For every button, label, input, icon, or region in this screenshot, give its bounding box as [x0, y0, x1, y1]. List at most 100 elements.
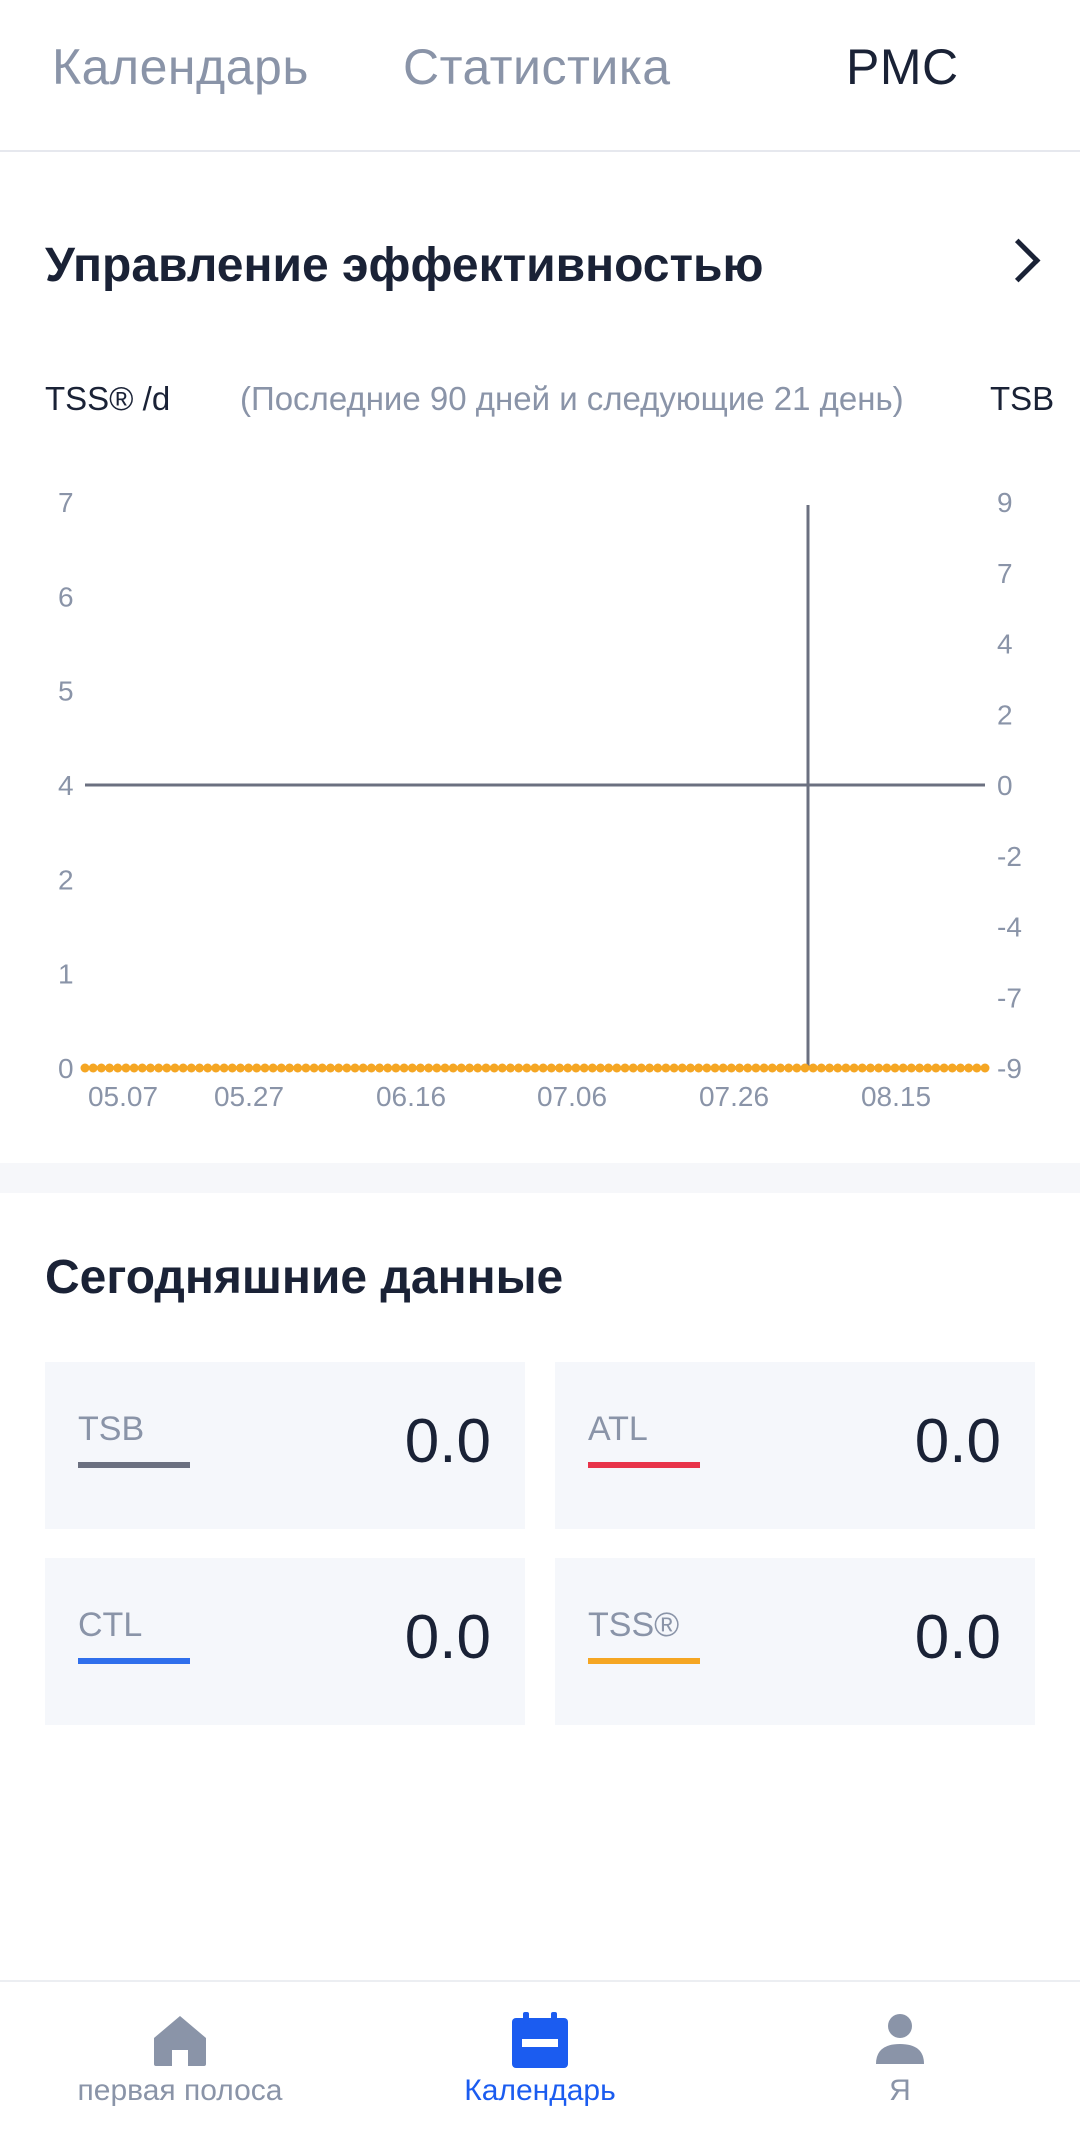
- tss-data-point: [145, 1063, 155, 1073]
- tss-data-point: [383, 1063, 393, 1073]
- tss-data-point: [538, 1063, 548, 1073]
- tss-data-point: [440, 1063, 450, 1073]
- y-right-tick-label: 2: [997, 699, 1013, 730]
- x-tick-label: 06.16: [376, 1081, 446, 1112]
- tss-data-point: [767, 1063, 777, 1073]
- tss-data-point: [898, 1063, 908, 1073]
- nav-item-me[interactable]: Я: [720, 1982, 1080, 2133]
- y-right-tick-label: -9: [997, 1053, 1022, 1084]
- tss-data-point: [505, 1063, 515, 1073]
- metric-label: TSB: [78, 1410, 145, 1448]
- y-left-tick-label: 7: [58, 487, 74, 518]
- tss-data-point: [546, 1063, 556, 1073]
- tss-data-point: [415, 1063, 425, 1073]
- tss-data-point: [260, 1063, 270, 1073]
- tss-data-point: [972, 1063, 982, 1073]
- x-tick-label: 05.27: [214, 1081, 284, 1112]
- tss-data-point: [170, 1063, 180, 1073]
- tss-data-point: [784, 1063, 794, 1073]
- chevron-right-icon[interactable]: [996, 238, 1041, 283]
- y-right-tick-label: 9: [997, 487, 1013, 518]
- tss-data-point: [358, 1063, 368, 1073]
- nav-label: Календарь: [464, 2074, 616, 2107]
- y-left-tick-label: 4: [58, 770, 74, 801]
- tss-data-point: [702, 1063, 712, 1073]
- nav-item-home[interactable]: первая полоса: [0, 1982, 360, 2133]
- tss-data-point: [669, 1063, 679, 1073]
- metric-label: ATL: [588, 1410, 648, 1448]
- tss-data-point: [759, 1063, 769, 1073]
- y-right-tick-label: -7: [997, 982, 1022, 1013]
- tss-data-point: [726, 1063, 736, 1073]
- tss-data-point: [350, 1063, 360, 1073]
- metric-value: 0.0: [404, 1603, 491, 1672]
- tss-data-point: [285, 1063, 295, 1073]
- tss-data-point: [88, 1063, 98, 1073]
- tss-data-point: [105, 1063, 115, 1073]
- tss-data-point: [195, 1063, 205, 1073]
- tss-data-point: [964, 1063, 974, 1073]
- x-tick-label: 07.06: [537, 1081, 607, 1112]
- tab-calendar[interactable]: Календарь: [52, 38, 309, 96]
- tss-data-point: [931, 1063, 941, 1073]
- tss-data-point: [334, 1063, 344, 1073]
- nav-label: Я: [889, 2074, 911, 2107]
- y-left-tick-label: 5: [58, 676, 74, 707]
- tss-data-point: [833, 1063, 843, 1073]
- y-right-tick-label: 4: [997, 629, 1013, 660]
- metric-color-line: [78, 1658, 190, 1664]
- tss-data-point: [653, 1063, 663, 1073]
- nav-item-calendar[interactable]: Календарь: [360, 1982, 720, 2133]
- tss-data-point: [923, 1063, 933, 1073]
- tss-data-point: [816, 1063, 826, 1073]
- tss-data-point: [391, 1063, 401, 1073]
- tss-data-point: [947, 1063, 957, 1073]
- tss-data-point: [555, 1063, 565, 1073]
- performance-title[interactable]: Управление эффективностью: [45, 238, 764, 293]
- metric-card-atl: ATL 0.0: [555, 1362, 1035, 1529]
- tss-data-point: [366, 1063, 376, 1073]
- tss-data-point: [473, 1063, 483, 1073]
- tss-data-point: [448, 1063, 458, 1073]
- tss-data-point: [604, 1063, 614, 1073]
- tss-data-point: [939, 1063, 949, 1073]
- tss-data-point: [906, 1063, 916, 1073]
- tss-data-point: [244, 1063, 254, 1073]
- tss-data-point: [219, 1063, 229, 1073]
- tss-data-point: [407, 1063, 417, 1073]
- tss-data-point: [808, 1063, 818, 1073]
- tss-data-point: [424, 1063, 434, 1073]
- x-tick-label: 07.26: [699, 1081, 769, 1112]
- tss-data-point: [685, 1063, 695, 1073]
- tss-data-point: [137, 1063, 147, 1073]
- tss-data-point: [874, 1063, 884, 1073]
- tss-data-point: [645, 1063, 655, 1073]
- tss-data-point: [563, 1063, 573, 1073]
- metric-color-line: [588, 1658, 700, 1664]
- tss-data-point: [96, 1063, 106, 1073]
- tss-data-point: [735, 1063, 745, 1073]
- tss-data-point: [162, 1063, 172, 1073]
- metric-card-ctl: CTL 0.0: [45, 1558, 525, 1725]
- tab-pmc[interactable]: PMC: [846, 38, 959, 96]
- y-right-tick-label: 7: [997, 558, 1013, 589]
- tss-data-point: [342, 1063, 352, 1073]
- chart-subtitle: (Последние 90 дней и следующие 21 день): [240, 380, 904, 417]
- tab-statistics[interactable]: Статистика: [403, 38, 671, 96]
- tss-data-point: [489, 1063, 499, 1073]
- tss-data-point: [792, 1063, 802, 1073]
- y-right-tick-label: 0: [997, 770, 1013, 801]
- right-axis-label: TSB: [990, 380, 1055, 417]
- tss-data-point: [571, 1063, 581, 1073]
- tss-data-point: [399, 1063, 409, 1073]
- x-tick-label: 05.07: [88, 1081, 158, 1112]
- tss-data-point: [293, 1063, 303, 1073]
- y-right-tick-label: -2: [997, 841, 1022, 872]
- tss-data-point: [710, 1063, 720, 1073]
- pmc-chart[interactable]: 0 1 2 4 5 6 7 -9 -7 -4 -2 0 2 4 7 9 05.07 05.27 06.16 07.…: [0, 470, 1080, 1130]
- calendar-icon: [512, 2012, 568, 2068]
- metric-label: TSS®: [588, 1606, 680, 1644]
- tss-data-point: [121, 1063, 131, 1073]
- tss-data-point: [849, 1063, 859, 1073]
- tss-data-point: [612, 1063, 622, 1073]
